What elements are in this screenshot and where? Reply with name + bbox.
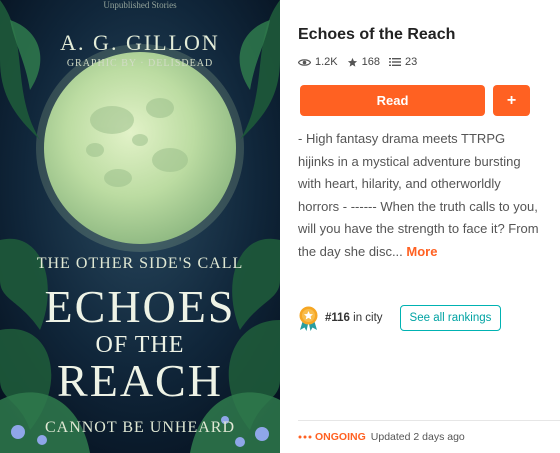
reads-stat: 1.2K: [298, 56, 338, 68]
story-title[interactable]: Echoes of the Reach: [298, 26, 455, 44]
rank-category: in city: [349, 312, 383, 324]
cover-subtitle: THE OTHER SIDE'S CALL: [37, 255, 244, 272]
list-icon: [389, 58, 401, 66]
cover-tagline: CANNOT BE UNHEARD: [45, 419, 235, 436]
ranking-medal-icon: [299, 306, 318, 331]
description-text: - High fantasy drama meets TTRPG hijinks…: [298, 131, 539, 259]
cover-graphic-by: GRAPHIC BY · DELISDEAD: [67, 58, 213, 69]
story-info-panel: Echoes of the Reach 1.2K 168 23 Read + -…: [298, 0, 560, 453]
cover-title-line1: ECHOES: [45, 281, 236, 332]
votes-count: 168: [361, 56, 380, 68]
story-stats: 1.2K 168 23: [298, 56, 426, 68]
book-cover[interactable]: Unpublished Stories A. G. GILLON GRAPHIC…: [0, 0, 280, 453]
cover-author: A. G. GILLON: [60, 30, 220, 55]
add-to-library-button[interactable]: +: [493, 85, 530, 116]
star-icon: [347, 57, 357, 67]
ongoing-badge: ONGOING: [315, 431, 366, 443]
parts-count: 23: [405, 56, 418, 68]
ranking-text: #116 in city: [325, 312, 383, 324]
story-status: ONGOING Updated 2 days ago: [298, 431, 465, 443]
ranking-row: #116 in city See all rankings: [298, 305, 502, 331]
ongoing-dots-icon: [298, 435, 312, 439]
divider: [298, 420, 560, 421]
updated-text: Updated 2 days ago: [370, 431, 465, 443]
see-all-rankings-button[interactable]: See all rankings: [399, 305, 502, 331]
story-description: - High fantasy drama meets TTRPG hijinks…: [298, 128, 540, 264]
cover-title-line3: REACH: [57, 355, 223, 406]
rank-number: #116: [325, 312, 350, 324]
votes-stat: 168: [347, 56, 380, 68]
reads-count: 1.2K: [315, 56, 338, 68]
parts-stat: 23: [389, 56, 417, 68]
cover-top-text: Unpublished Stories: [103, 0, 177, 10]
more-link[interactable]: More: [406, 244, 437, 259]
eye-icon: [298, 58, 311, 66]
read-button[interactable]: Read: [300, 85, 485, 116]
